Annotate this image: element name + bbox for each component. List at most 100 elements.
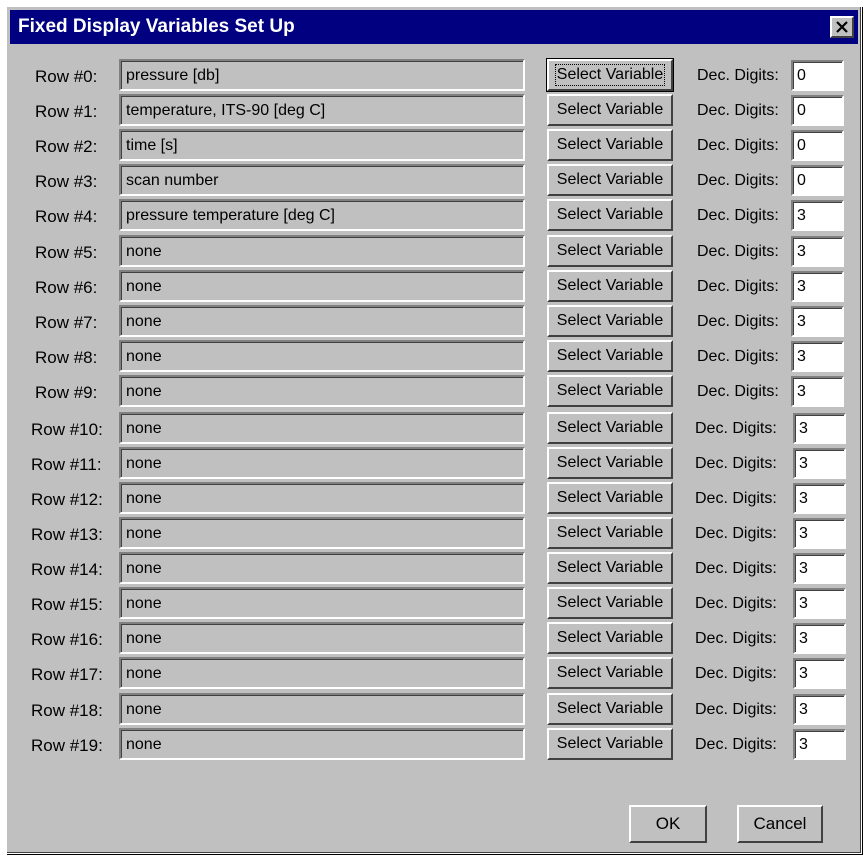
close-button[interactable]: [830, 16, 854, 38]
dialog-window: Fixed Display Variables Set Up Row #0: pr…: [6, 6, 862, 854]
variable-field: time [s]: [119, 129, 525, 161]
dec-digits-input[interactable]: 0: [791, 130, 844, 161]
select-variable-button[interactable]: Select Variable: [547, 693, 673, 725]
select-variable-label: Select Variable: [554, 64, 666, 86]
select-variable-label: Select Variable: [556, 277, 664, 294]
select-variable-button[interactable]: Select Variable: [546, 58, 674, 92]
variable-field: temperature, ITS-90 [deg C]: [119, 94, 525, 126]
row-label: Row #8:: [35, 348, 98, 367]
dec-digits-label: Dec. Digits:: [695, 420, 777, 437]
select-variable-button[interactable]: Select Variable: [547, 657, 673, 689]
select-variable-button[interactable]: Select Variable: [547, 587, 673, 619]
dec-digits-label: Dec. Digits:: [697, 278, 779, 295]
variable-row: Row #7: none Select Variable Dec. Digits: 3: [7, 305, 863, 339]
select-variable-button[interactable]: Select Variable: [547, 199, 673, 231]
row-label: Row #3:: [35, 172, 98, 191]
dec-digits-label: Dec. Digits:: [697, 137, 779, 154]
dec-digits-input[interactable]: 3: [793, 483, 846, 514]
variable-row: Row #9: none Select Variable Dec. Digits: 3: [7, 375, 863, 409]
select-variable-label: Select Variable: [556, 629, 664, 646]
row-label: Row #13:: [31, 525, 103, 544]
dec-digits-input[interactable]: 3: [791, 236, 844, 267]
select-variable-button[interactable]: Select Variable: [547, 164, 673, 196]
variable-field: none: [119, 482, 525, 514]
cancel-button[interactable]: Cancel: [737, 805, 823, 843]
variable-row: Row #1: temperature, ITS-90 [deg C] Select…: [7, 94, 863, 128]
dec-digits-input[interactable]: 3: [791, 200, 844, 231]
variable-row: Row #6: none Select Variable Dec. Digits: 3: [7, 270, 863, 304]
variable-field: none: [119, 340, 525, 372]
variable-field: pressure [db]: [119, 59, 525, 91]
variable-field: none: [119, 375, 525, 407]
dec-digits-input[interactable]: 0: [791, 165, 844, 196]
variable-row: Row #5: none Select Variable Dec. Digits: 3: [7, 235, 863, 269]
variable-row: Row #3: scan number Select Variable Dec. Di…: [7, 164, 863, 198]
row-label: Row #7:: [35, 313, 98, 332]
row-label: Row #15:: [31, 595, 103, 614]
variable-field: none: [119, 270, 525, 302]
dec-digits-input[interactable]: 3: [791, 306, 844, 337]
row-label: Row #0:: [35, 67, 98, 86]
dec-digits-label: Dec. Digits:: [697, 313, 779, 330]
dec-digits-input[interactable]: 3: [793, 413, 846, 444]
dec-digits-input[interactable]: 3: [793, 518, 846, 549]
select-variable-button[interactable]: Select Variable: [547, 412, 673, 444]
dec-digits-input[interactable]: 3: [793, 658, 846, 689]
dec-digits-label: Dec. Digits:: [697, 383, 779, 400]
select-variable-button[interactable]: Select Variable: [547, 340, 673, 372]
variable-row: Row #12: none Select Variable Dec. Digits: 3: [7, 482, 863, 516]
select-variable-button[interactable]: Select Variable: [547, 622, 673, 654]
select-variable-label: Select Variable: [556, 735, 664, 752]
select-variable-button[interactable]: Select Variable: [547, 517, 673, 549]
ok-button[interactable]: OK: [629, 805, 707, 843]
dec-digits-input[interactable]: 3: [793, 694, 846, 725]
dec-digits-input[interactable]: 3: [793, 729, 846, 760]
variable-field: none: [119, 235, 525, 267]
row-label: Row #2:: [35, 137, 98, 156]
dec-digits-input[interactable]: 3: [791, 271, 844, 302]
select-variable-button[interactable]: Select Variable: [547, 94, 673, 126]
select-variable-button[interactable]: Select Variable: [547, 270, 673, 302]
select-variable-button[interactable]: Select Variable: [547, 728, 673, 760]
select-variable-button[interactable]: Select Variable: [547, 482, 673, 514]
select-variable-button[interactable]: Select Variable: [547, 129, 673, 161]
select-variable-button[interactable]: Select Variable: [547, 447, 673, 479]
select-variable-label: Select Variable: [556, 419, 664, 436]
select-variable-label: Select Variable: [556, 524, 664, 541]
variable-field: none: [119, 447, 525, 479]
row-label: Row #17:: [31, 665, 103, 684]
select-variable-label: Select Variable: [556, 136, 664, 153]
dec-digits-input[interactable]: 3: [793, 623, 846, 654]
variable-row: Row #13: none Select Variable Dec. Digits: 3: [7, 517, 863, 551]
variable-row: Row #16: none Select Variable Dec. Digits: 3: [7, 622, 863, 656]
select-variable-label: Select Variable: [556, 489, 664, 506]
dec-digits-input[interactable]: 3: [793, 588, 846, 619]
dec-digits-input[interactable]: 0: [791, 60, 844, 91]
dec-digits-label: Dec. Digits:: [697, 67, 779, 84]
select-variable-label: Select Variable: [556, 312, 664, 329]
select-variable-button[interactable]: Select Variable: [547, 552, 673, 584]
variable-row: Row #15: none Select Variable Dec. Digits: 3: [7, 587, 863, 621]
row-label: Row #9:: [35, 383, 98, 402]
variable-row: Row #2: time [s] Select Variable Dec. Digit…: [7, 129, 863, 163]
select-variable-label: Select Variable: [556, 594, 664, 611]
variable-row: Row #14: none Select Variable Dec. Digits: 3: [7, 552, 863, 586]
dec-digits-label: Dec. Digits:: [695, 560, 777, 577]
dec-digits-input[interactable]: 3: [791, 341, 844, 372]
variable-field: none: [119, 728, 525, 760]
dec-digits-input[interactable]: 0: [791, 95, 844, 126]
dec-digits-input[interactable]: 3: [791, 376, 844, 407]
select-variable-button[interactable]: Select Variable: [547, 305, 673, 337]
row-label: Row #18:: [31, 701, 103, 720]
select-variable-label: Select Variable: [556, 700, 664, 717]
select-variable-button[interactable]: Select Variable: [547, 375, 673, 407]
row-label: Row #1:: [35, 102, 98, 121]
dec-digits-input[interactable]: 3: [793, 553, 846, 584]
title-bar[interactable]: Fixed Display Variables Set Up: [10, 10, 858, 44]
window-title: Fixed Display Variables Set Up: [18, 16, 295, 37]
variable-row: Row #19: none Select Variable Dec. Digits: 3: [7, 728, 863, 762]
select-variable-button[interactable]: Select Variable: [547, 235, 673, 267]
variable-field: scan number: [119, 164, 525, 196]
row-label: Row #12:: [31, 490, 103, 509]
dec-digits-input[interactable]: 3: [793, 448, 846, 479]
